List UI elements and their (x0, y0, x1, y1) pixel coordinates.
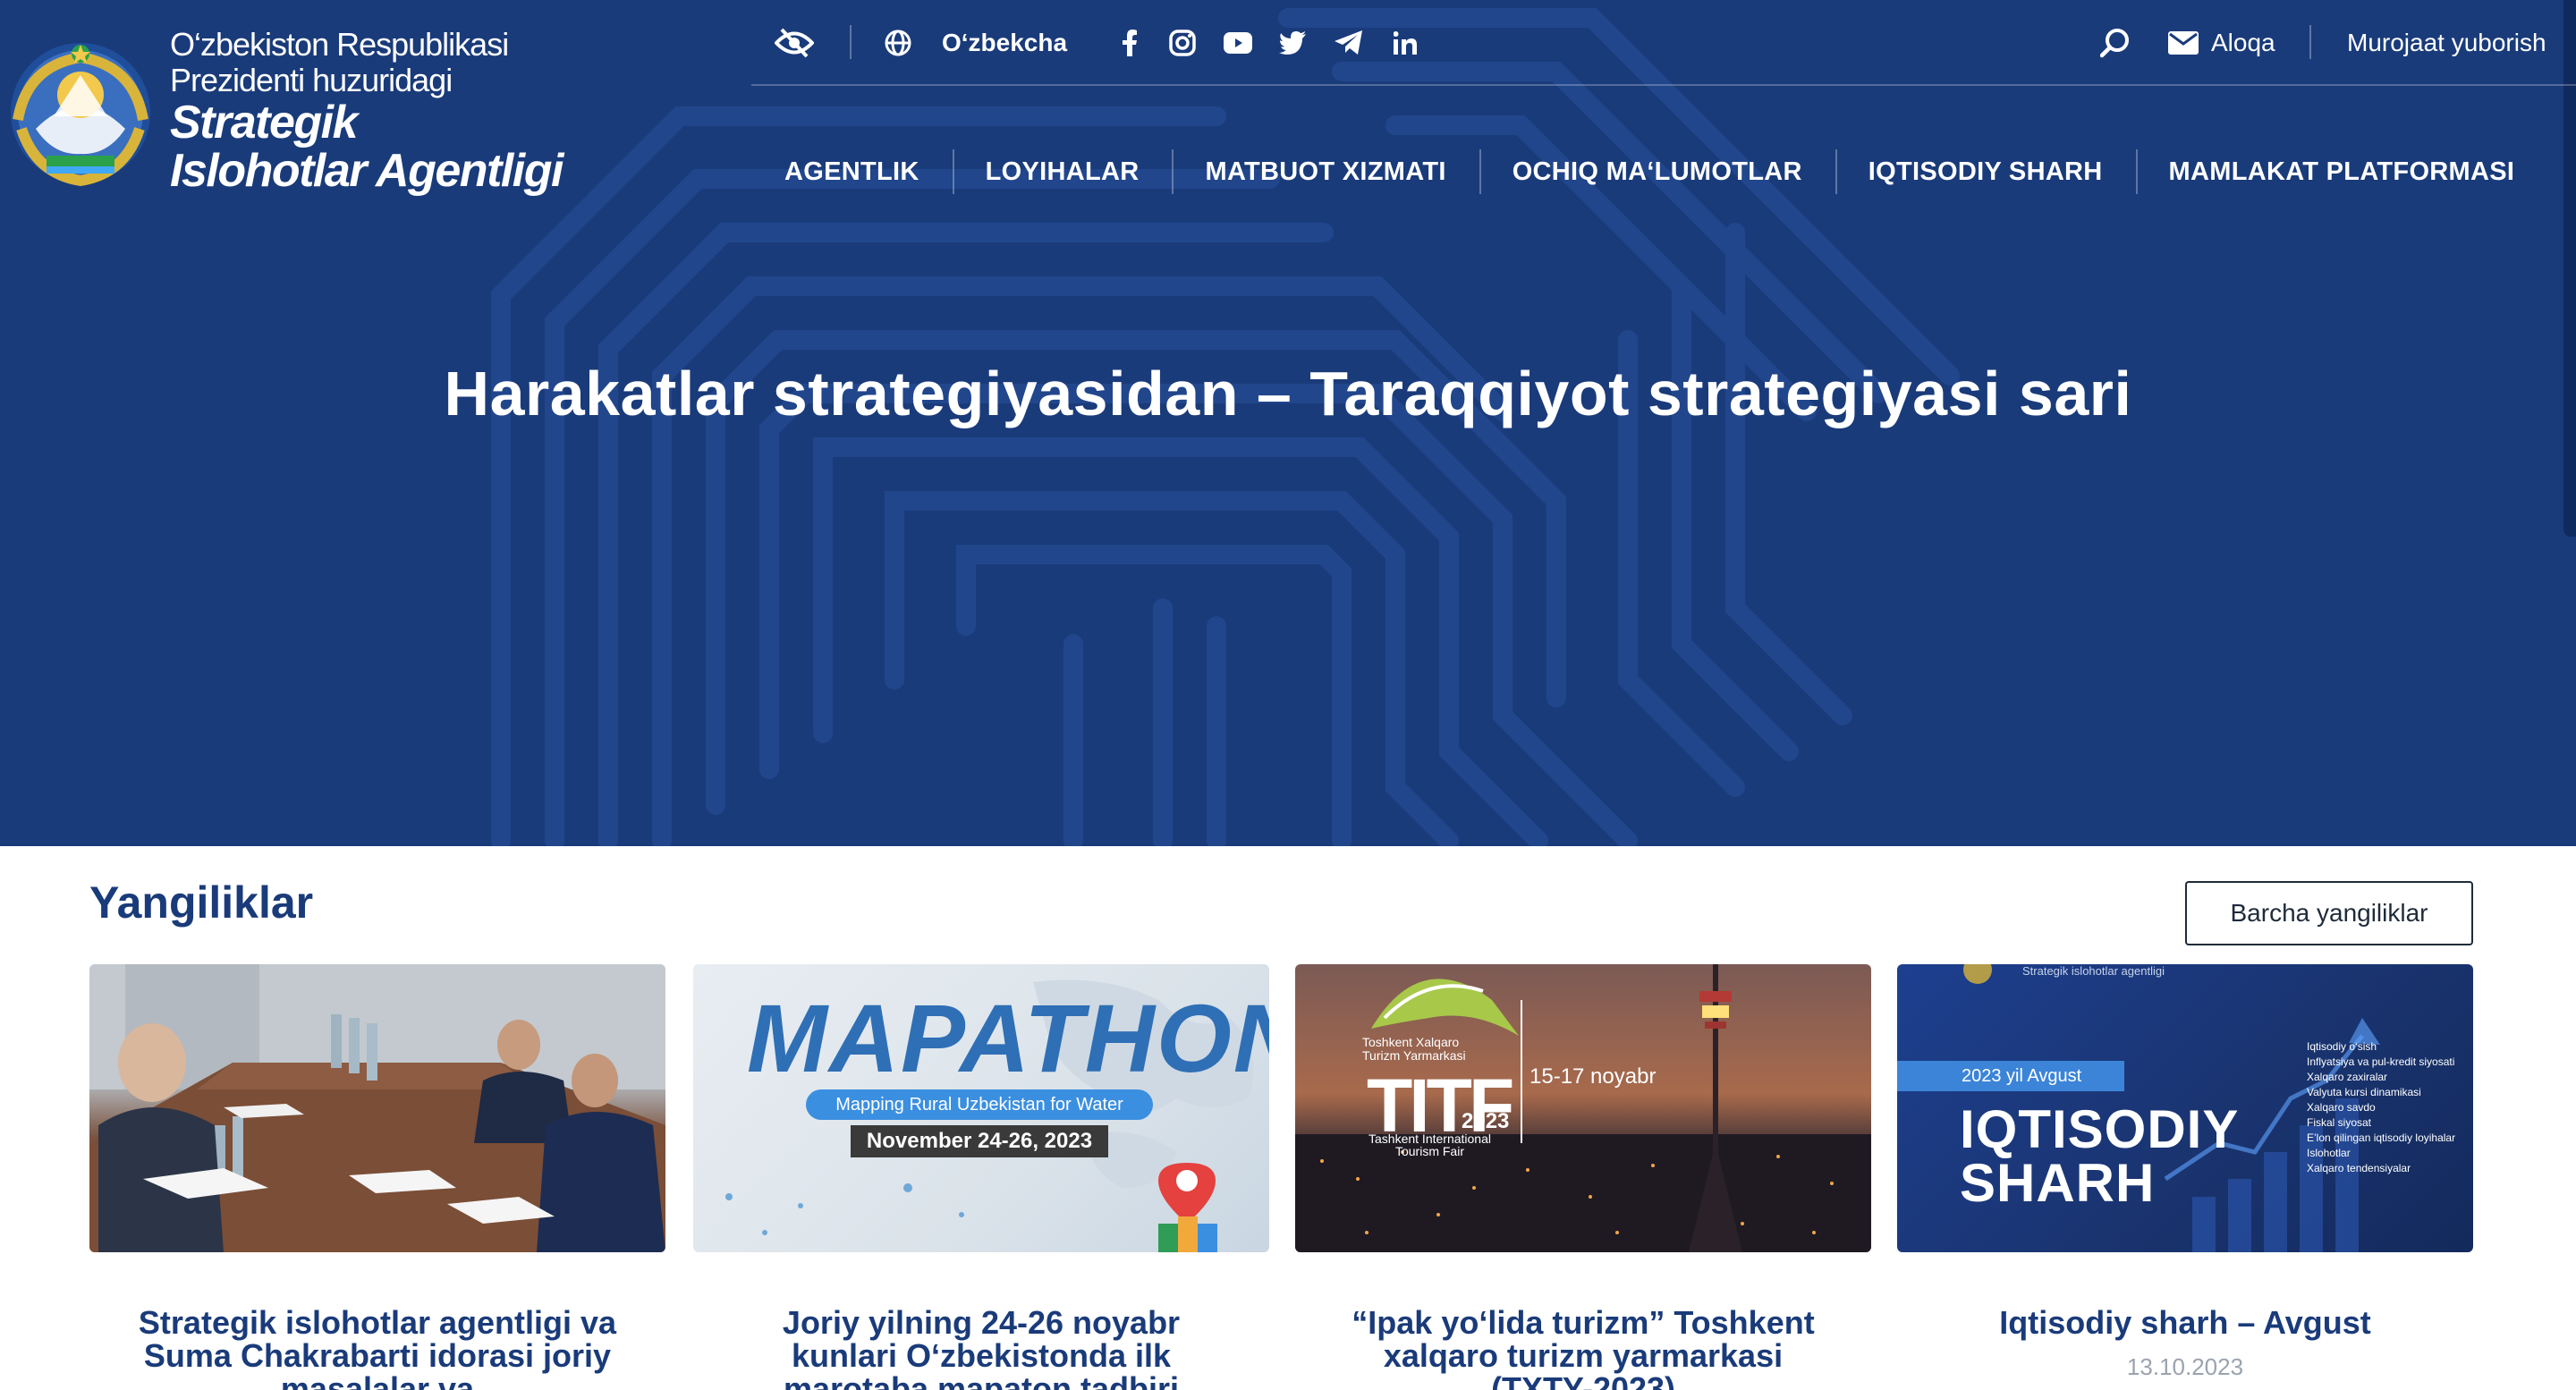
linkedin-icon[interactable] (1394, 21, 1417, 64)
logo-text: O‘zbekiston Respublikasi Prezidenti huzu… (170, 26, 564, 197)
iq-topic: E’lon qilingan iqtisodiy loyihalar (2307, 1131, 2456, 1144)
news-image-titf[interactable]: Toshkent Xalqaro Turizm Yarmarkasi TITF … (1295, 964, 1871, 1252)
logo-line-2: Prezidenti huzuridagi (170, 62, 453, 98)
hero-section: O‘zbekiston Respublikasi Prezidenti huzu… (0, 0, 2576, 846)
iq-topic: Islohotlar (2307, 1147, 2351, 1159)
mail-icon (2168, 21, 2199, 64)
top-bar: O‘zbekcha Aloqa Murojaat yuborish (751, 0, 2576, 86)
iq-topic: Xalqaro zaxiralar (2307, 1071, 2388, 1083)
titf-caption: Tashkent International Tourism Fair (1368, 1132, 1491, 1157)
iq-title-line2: SHARH (1960, 1153, 2156, 1213)
telegram-icon[interactable] (1335, 21, 1363, 64)
nav-item-iqtisodiy-sharh[interactable]: IQTISODIY SHARH (1835, 149, 2136, 194)
youtube-icon[interactable] (1224, 21, 1252, 64)
titf-subtitle: Toshkent Xalqaro Turizm Yarmarkasi (1362, 1036, 1466, 1063)
nav-item-ochiq-malumotlar[interactable]: OCHIQ MA‘LUMOTLAR (1479, 149, 1835, 194)
mapathon-subtitle: Mapping Rural Uzbekistan for Water (806, 1089, 1153, 1120)
instagram-icon[interactable] (1168, 21, 1197, 64)
news-image-meeting[interactable] (89, 964, 665, 1252)
page: O‘zbekiston Respublikasi Prezidenti huzu… (0, 0, 2576, 1390)
news-card-title[interactable]: Iqtisodiy sharh – Avgust (1897, 1306, 2473, 1339)
iq-topic: Inflyatsiya va pul-kredit siyosati (2307, 1055, 2455, 1068)
mapathon-word: MAPATHON (747, 984, 1269, 1092)
iq-topic: Xalqaro savdo (2307, 1101, 2376, 1114)
news-heading: Yangiliklar (89, 877, 314, 928)
titf-dates: 15-17 noyabr (1530, 1064, 1657, 1089)
meeting-photo (89, 964, 665, 1252)
facebook-icon[interactable] (1122, 21, 1138, 64)
globe-icon[interactable] (884, 21, 912, 64)
news-card[interactable]: Strategik islohotlar agentligi 2023 yil … (1897, 964, 2473, 1381)
appeal-link[interactable]: Murojaat yuborish (2347, 21, 2546, 64)
all-news-button[interactable]: Barcha yangiliklar (2185, 881, 2473, 945)
eye-off-icon[interactable] (775, 21, 814, 64)
news-card[interactable]: Toshkent Xalqaro Turizm Yarmarkasi TITF … (1295, 964, 1871, 1390)
news-image-iqtisodiy-sharh[interactable]: Strategik islohotlar agentligi 2023 yil … (1897, 964, 2473, 1252)
nav-item-matbuot-xizmati[interactable]: MATBUOT XIZMATI (1172, 149, 1479, 194)
nav-item-mamlakat-platformasi[interactable]: MAMLAKAT PLATFORMASI (2135, 149, 2548, 194)
titf-caption-line2: Tourism Fair (1394, 1144, 1464, 1158)
search-icon[interactable] (2100, 21, 2131, 64)
site-logo[interactable]: O‘zbekiston Respublikasi Prezidenti huzu… (0, 26, 564, 197)
news-card-title[interactable]: Joriy yilning 24-26 noyabr kunlari O‘zbe… (693, 1306, 1269, 1390)
news-card[interactable]: Strategik islohotlar agentligi va Suma C… (89, 964, 665, 1390)
news-image-mapathon[interactable]: MAPATHON Mapping Rural Uzbekistan for Wa… (693, 964, 1269, 1252)
logo-line-4: Islohotlar Agentligi (170, 145, 564, 197)
news-card[interactable]: MAPATHON Mapping Rural Uzbekistan for Wa… (693, 964, 1269, 1390)
iq-topic: Iqtisodiy o‘sish (2307, 1040, 2377, 1053)
titf-sub-line2: Turizm Yarmarkasi (1362, 1048, 1466, 1063)
titf-year: 2023 (1462, 1109, 1510, 1133)
logo-line-3: Strategik (170, 97, 359, 148)
language-selector[interactable]: O‘zbekcha (942, 21, 1067, 64)
news-card-title[interactable]: “Ipak yo‘lida turizm” Toshkent xalqaro t… (1295, 1306, 1871, 1390)
titf-caption-line1: Tashkent International (1368, 1131, 1491, 1146)
titf-divider (1521, 1000, 1522, 1143)
main-nav: AGENTLIK LOYIHALAR MATBUOT XIZMATI OCHIQ… (751, 143, 2547, 200)
topbar-divider (850, 25, 852, 59)
nav-item-loyihalar[interactable]: LOYIHALAR (952, 149, 1173, 194)
iq-topic: Fiskal siyosat (2307, 1116, 2372, 1129)
iq-topics-list: Iqtisodiy o‘sish Inflyatsiya va pul-kred… (2307, 1039, 2455, 1176)
news-card-date: 13.10.2023 (2126, 1353, 2244, 1380)
topbar-divider (2309, 25, 2311, 59)
state-emblem-icon (11, 43, 150, 187)
iq-title-line1: IQTISODIY (1960, 1099, 2240, 1159)
iq-topic: Xalqaro tendensiyalar (2307, 1162, 2411, 1174)
nav-item-agentlik[interactable]: AGENTLIK (751, 149, 953, 194)
mapathon-dates: November 24-26, 2023 (851, 1125, 1108, 1157)
contact-link[interactable]: Aloqa (2211, 21, 2275, 64)
hero-title: Harakatlar strategiyasidan – Taraqqiyot … (444, 359, 2132, 428)
news-card-title[interactable]: Strategik islohotlar agentligi va Suma C… (89, 1306, 665, 1390)
twitter-icon[interactable] (1279, 21, 1306, 64)
iq-org-name: Strategik islohotlar agentligi (2022, 964, 2165, 978)
iq-period-badge: 2023 yil Avgust (1897, 1061, 2124, 1091)
iq-topic: Valyuta kursi dinamikasi (2307, 1086, 2421, 1098)
logo-line-1: O‘zbekiston Respublikasi (170, 26, 509, 63)
titf-sub-line1: Toshkent Xalqaro (1362, 1035, 1460, 1049)
